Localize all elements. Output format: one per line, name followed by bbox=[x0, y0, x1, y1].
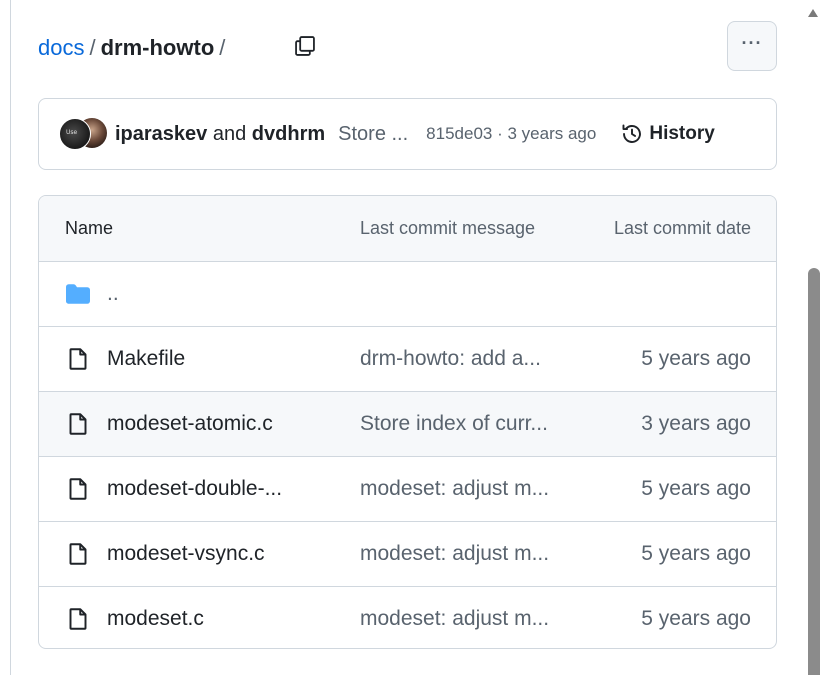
left-divider bbox=[10, 0, 11, 675]
avatar[interactable]: Use bbox=[59, 118, 91, 150]
file-name-link[interactable]: modeset-vsync.c bbox=[107, 522, 265, 586]
file-name-link[interactable]: modeset.c bbox=[107, 587, 204, 648]
commit-author-conjunction: and bbox=[212, 122, 247, 145]
file-commit-date: 5 years ago bbox=[641, 347, 751, 370]
file-commit-date: 5 years ago bbox=[641, 607, 751, 630]
breadcrumb-current: drm-howto bbox=[100, 35, 215, 60]
table-row[interactable]: Makefile drm-howto: add a... 5 years ago bbox=[39, 327, 776, 392]
history-button[interactable]: History bbox=[621, 123, 715, 145]
vertical-scrollbar[interactable] bbox=[806, 0, 820, 675]
column-header-name: Name bbox=[65, 218, 114, 238]
history-label: History bbox=[649, 123, 715, 144]
file-commit-date: 3 years ago bbox=[641, 412, 751, 435]
file-name-link[interactable]: modeset-atomic.c bbox=[107, 392, 273, 456]
column-header-message: Last commit message bbox=[360, 218, 536, 238]
breadcrumb-separator: / bbox=[89, 35, 96, 60]
file-table: Name Last commit message Last commit dat… bbox=[38, 195, 777, 649]
file-icon bbox=[69, 413, 87, 435]
kebab-horizontal-icon: ··· bbox=[741, 33, 763, 53]
history-icon bbox=[622, 124, 642, 143]
file-commit-date: 5 years ago bbox=[641, 542, 751, 565]
table-row[interactable]: modeset-vsync.c modeset: adjust m... 5 y… bbox=[39, 522, 776, 587]
commit-time: 3 years ago bbox=[507, 124, 597, 143]
breadcrumb-root-link[interactable]: docs bbox=[38, 35, 84, 61]
breadcrumb: docs / drm-howto / bbox=[38, 30, 230, 66]
table-header: Name Last commit message Last commit dat… bbox=[39, 196, 776, 262]
file-icon bbox=[69, 348, 87, 370]
file-commit-date: 5 years ago bbox=[641, 477, 751, 500]
file-commit-message-link[interactable]: modeset: adjust m... bbox=[360, 522, 549, 586]
scrollbar-thumb[interactable] bbox=[808, 268, 820, 675]
file-icon bbox=[69, 478, 87, 500]
latest-commit-box: Use iparaskev and dvdhrm Store ... 815de… bbox=[38, 98, 777, 170]
commit-authors: iparaskev and dvdhrm bbox=[115, 123, 325, 146]
commit-meta: 815de03 · 3 years ago bbox=[426, 124, 596, 144]
avatar-stack: Use bbox=[59, 118, 107, 150]
parent-directory-row[interactable]: .. bbox=[39, 262, 776, 327]
folder-icon bbox=[66, 284, 90, 304]
more-options-button[interactable]: ··· bbox=[727, 21, 777, 71]
file-name-link[interactable]: modeset-double-... bbox=[107, 457, 282, 521]
column-header-date: Last commit date bbox=[613, 218, 751, 238]
file-icon bbox=[69, 608, 87, 630]
copy-path-button[interactable] bbox=[288, 31, 322, 61]
file-commit-message-link[interactable]: Store index of curr... bbox=[360, 392, 548, 456]
commit-author-link[interactable]: iparaskev bbox=[115, 123, 207, 145]
scroll-up-arrow-icon[interactable] bbox=[808, 9, 818, 17]
commit-hash-link[interactable]: 815de03 bbox=[426, 124, 492, 143]
table-row[interactable]: modeset.c modeset: adjust m... 5 years a… bbox=[39, 587, 776, 648]
table-row[interactable]: modeset-atomic.c Store index of curr... … bbox=[39, 392, 776, 457]
commit-message-link[interactable]: Store ... bbox=[338, 123, 408, 146]
file-name-link[interactable]: Makefile bbox=[107, 327, 185, 391]
copy-icon bbox=[295, 36, 315, 56]
parent-directory-link[interactable]: .. bbox=[107, 262, 119, 326]
breadcrumb-trailing-separator: / bbox=[219, 35, 226, 60]
file-commit-message-link[interactable]: modeset: adjust m... bbox=[360, 457, 549, 521]
page: docs / drm-howto / ··· Use iparaskev and… bbox=[0, 0, 820, 675]
file-commit-message-link[interactable]: modeset: adjust m... bbox=[360, 587, 549, 648]
table-row[interactable]: modeset-double-... modeset: adjust m... … bbox=[39, 457, 776, 522]
file-commit-message-link[interactable]: drm-howto: add a... bbox=[360, 327, 541, 391]
file-icon bbox=[69, 543, 87, 565]
commit-author-link[interactable]: dvdhrm bbox=[252, 123, 325, 145]
commit-meta-separator: · bbox=[497, 124, 503, 143]
